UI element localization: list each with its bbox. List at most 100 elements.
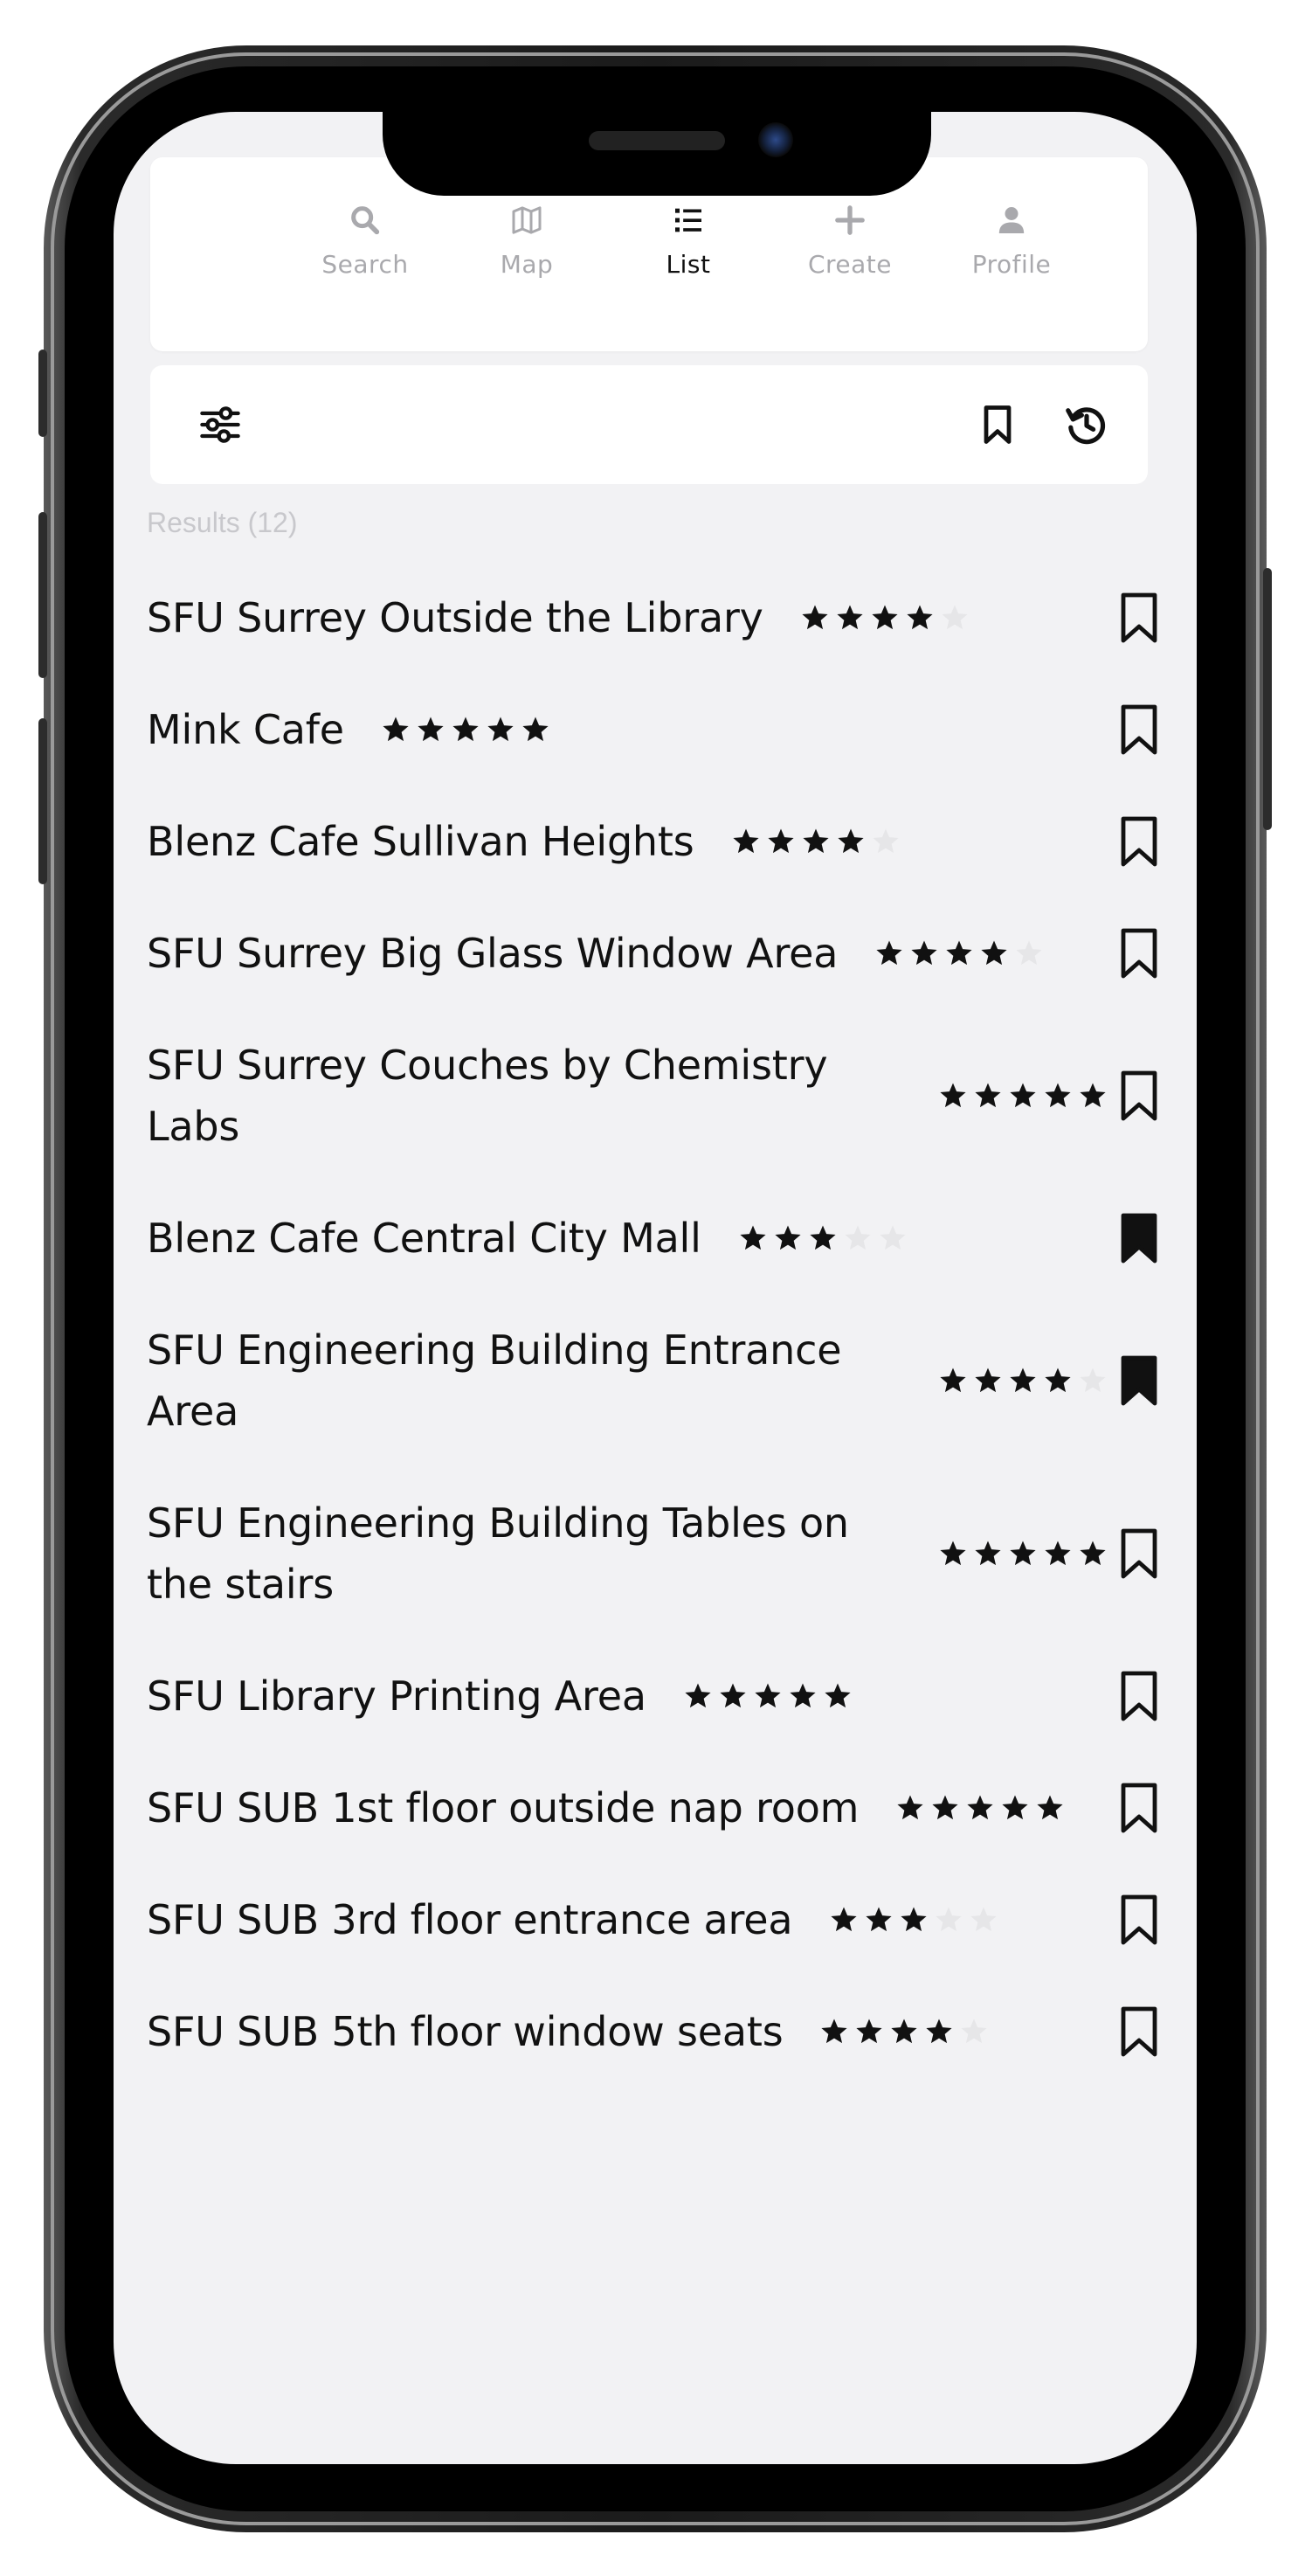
list-item[interactable]: SFU Surrey Couches by Chemistry Labs bbox=[147, 1035, 1160, 1157]
list-item-name: SFU Surrey Outside the Library bbox=[147, 594, 763, 641]
star-filled-icon bbox=[926, 2019, 953, 2044]
star-empty-icon bbox=[1080, 1368, 1106, 1393]
star-filled-icon bbox=[932, 1795, 958, 1820]
star-filled-icon bbox=[940, 1083, 966, 1108]
tab-map[interactable]: Map bbox=[466, 203, 588, 308]
sliders-icon[interactable] bbox=[197, 402, 243, 447]
list-item-name: SFU Surrey Big Glass Window Area bbox=[147, 930, 839, 977]
list-item[interactable]: SFU Engineering Building Tables on the s… bbox=[147, 1492, 1160, 1615]
search-icon bbox=[351, 206, 380, 235]
list-item[interactable]: SFU Surrey Big Glass Window Area bbox=[147, 923, 1160, 984]
tab-list-label: List bbox=[666, 250, 711, 279]
star-filled-icon bbox=[821, 2019, 848, 2044]
bookmark-icon[interactable] bbox=[975, 402, 1020, 447]
star-filled-icon bbox=[967, 1795, 993, 1820]
list-item[interactable]: Blenz Cafe Sullivan Heights bbox=[147, 811, 1160, 872]
star-filled-icon bbox=[790, 1683, 816, 1708]
mute-switch bbox=[38, 350, 47, 437]
list-item-name: Mink Cafe bbox=[147, 706, 344, 753]
list-item-name: SFU SUB 3rd floor entrance area bbox=[147, 1896, 793, 1943]
star-filled-icon bbox=[975, 1368, 1001, 1393]
star-filled-icon bbox=[831, 1907, 857, 1932]
tab-search[interactable]: Search bbox=[304, 203, 426, 308]
tab-create[interactable]: Create bbox=[789, 203, 911, 308]
volume-up-button bbox=[38, 512, 47, 678]
star-rating bbox=[381, 715, 550, 744]
list-item[interactable]: SFU SUB 5th floor window seats bbox=[147, 2001, 1160, 2062]
star-filled-icon bbox=[740, 1225, 766, 1250]
bookmark-icon[interactable] bbox=[1118, 1527, 1160, 1580]
list-toolbar bbox=[150, 365, 1148, 484]
bookmark-icon[interactable] bbox=[1118, 815, 1160, 868]
history-icon[interactable] bbox=[1064, 402, 1109, 447]
user-icon bbox=[998, 207, 1025, 233]
star-filled-icon bbox=[876, 940, 902, 966]
list-item-name: Blenz Cafe Sullivan Heights bbox=[147, 818, 694, 865]
list-item[interactable]: SFU SUB 1st floor outside nap room bbox=[147, 1777, 1160, 1839]
list-icon bbox=[675, 208, 701, 232]
bookmark-icon[interactable] bbox=[1118, 1670, 1160, 1722]
star-rating bbox=[895, 1793, 1065, 1823]
star-rating bbox=[819, 2017, 989, 2046]
list-item[interactable]: Mink Cafe bbox=[147, 699, 1160, 760]
star-filled-icon bbox=[418, 717, 444, 742]
star-empty-icon bbox=[880, 1225, 906, 1250]
tab-list[interactable]: List bbox=[627, 203, 749, 308]
star-filled-icon bbox=[383, 717, 409, 742]
star-empty-icon bbox=[970, 1907, 997, 1932]
volume-down-button bbox=[38, 718, 47, 884]
list-item-name-line: SFU Engineering Building Tables on bbox=[147, 1499, 849, 1547]
star-rating bbox=[874, 938, 1044, 968]
star-filled-icon bbox=[775, 1225, 801, 1250]
list-item-name-line: SFU Engineering Building Entrance bbox=[147, 1326, 842, 1374]
front-camera bbox=[758, 122, 793, 157]
bookmark-filled-icon[interactable] bbox=[1118, 1212, 1160, 1264]
bookmark-icon[interactable] bbox=[1118, 1070, 1160, 1122]
bookmark-icon[interactable] bbox=[1118, 592, 1160, 644]
star-empty-icon bbox=[942, 605, 968, 630]
star-filled-icon bbox=[901, 1907, 927, 1932]
star-filled-icon bbox=[755, 1683, 781, 1708]
star-filled-icon bbox=[810, 1225, 836, 1250]
star-filled-icon bbox=[1010, 1368, 1036, 1393]
star-filled-icon bbox=[452, 717, 479, 742]
star-filled-icon bbox=[940, 1368, 966, 1393]
list-item[interactable]: SFU SUB 3rd floor entrance area bbox=[147, 1889, 1160, 1950]
list-item-name-line: the stairs bbox=[147, 1561, 334, 1608]
list-item-name: Blenz Cafe Central City Mall bbox=[147, 1215, 701, 1262]
star-filled-icon bbox=[1037, 1795, 1063, 1820]
bookmark-icon[interactable] bbox=[1118, 1782, 1160, 1834]
tab-profile[interactable]: Profile bbox=[950, 203, 1073, 308]
bookmark-icon[interactable] bbox=[1118, 703, 1160, 756]
tab-search-label: Search bbox=[321, 250, 409, 279]
list-item-name-line: SFU Surrey Couches by Chemistry bbox=[147, 1042, 828, 1089]
list-item-name: SFU SUB 1st floor outside nap room bbox=[147, 1784, 860, 1832]
bookmark-icon[interactable] bbox=[1118, 1894, 1160, 1946]
star-filled-icon bbox=[837, 828, 864, 854]
tab-map-label: Map bbox=[500, 250, 554, 279]
list-item[interactable]: Blenz Cafe Central City Mall bbox=[147, 1208, 1160, 1269]
star-empty-icon bbox=[845, 1225, 871, 1250]
bookmark-icon[interactable] bbox=[1118, 2005, 1160, 2058]
star-filled-icon bbox=[802, 828, 829, 854]
star-rating bbox=[683, 1681, 853, 1711]
star-rating bbox=[829, 1905, 998, 1935]
star-filled-icon bbox=[897, 1795, 923, 1820]
list-item[interactable]: SFU Library Printing Area bbox=[147, 1665, 1160, 1727]
bookmark-icon[interactable] bbox=[1118, 927, 1160, 980]
star-filled-icon bbox=[911, 940, 937, 966]
results-count: Results (12) bbox=[147, 507, 298, 538]
power-button bbox=[1263, 568, 1272, 830]
star-empty-icon bbox=[1016, 940, 1042, 966]
list-item[interactable]: SFU Engineering Building Entrance Area bbox=[147, 1319, 1160, 1442]
star-filled-icon bbox=[866, 1907, 892, 1932]
bookmark-filled-icon[interactable] bbox=[1118, 1354, 1160, 1407]
list-item-name: SFU Surrey Couches by Chemistry Labs bbox=[147, 1035, 898, 1157]
tab-create-label: Create bbox=[807, 250, 893, 279]
list-item[interactable]: SFU Surrey Outside the Library bbox=[147, 587, 1160, 648]
star-filled-icon bbox=[975, 1541, 1001, 1566]
star-filled-icon bbox=[981, 940, 1007, 966]
star-filled-icon bbox=[720, 1683, 746, 1708]
star-filled-icon bbox=[685, 1683, 711, 1708]
star-filled-icon bbox=[1010, 1083, 1036, 1108]
